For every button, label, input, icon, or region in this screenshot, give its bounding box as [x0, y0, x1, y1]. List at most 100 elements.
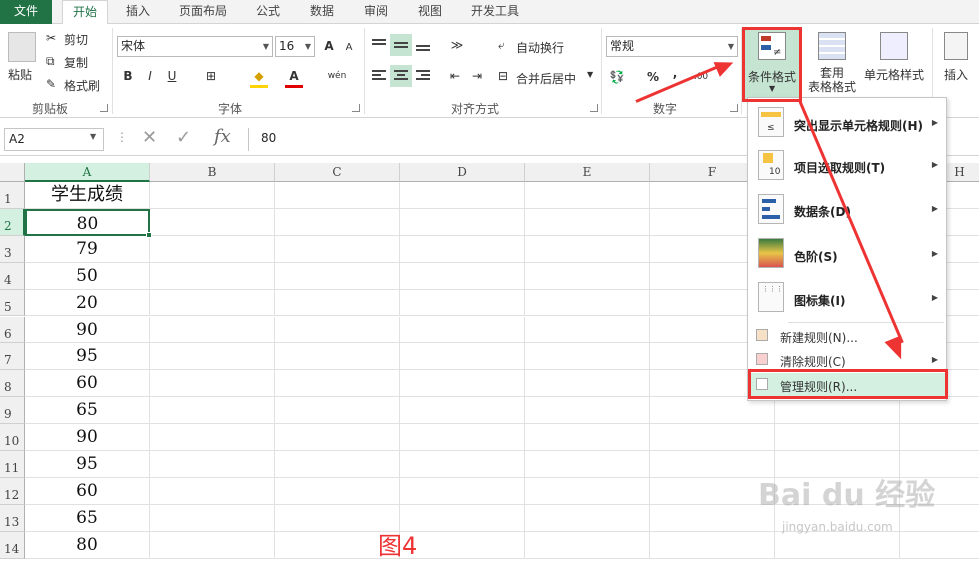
- cell[interactable]: [650, 424, 775, 451]
- score-cell[interactable]: 20: [25, 289, 150, 317]
- row-header[interactable]: 13: [0, 504, 25, 532]
- table-format-icon[interactable]: [818, 32, 846, 60]
- align-right-icon[interactable]: [412, 65, 434, 87]
- cell[interactable]: [525, 531, 650, 559]
- row-header[interactable]: 9: [0, 397, 25, 425]
- tab-insert[interactable]: 插入: [118, 0, 158, 24]
- cell-styles-button[interactable]: 单元格样式: [864, 66, 924, 83]
- fill-handle[interactable]: [146, 231, 152, 238]
- row-header[interactable]: 12: [0, 477, 25, 505]
- cell[interactable]: [525, 504, 650, 532]
- row-header[interactable]: 10: [0, 424, 25, 451]
- cell[interactable]: [900, 397, 979, 425]
- insert-function-icon[interactable]: fx: [214, 126, 231, 147]
- cut-button[interactable]: 剪切: [64, 31, 88, 48]
- italic-button[interactable]: I: [139, 65, 161, 87]
- score-cell[interactable]: 80: [25, 208, 150, 236]
- align-bottom-icon[interactable]: [412, 34, 434, 56]
- align-middle-icon[interactable]: [390, 34, 412, 56]
- menu-item-icon-sets[interactable]: ⋮⋮⋮ 图标集(I) ▶: [748, 278, 946, 318]
- row-header[interactable]: 11: [0, 451, 25, 478]
- column-header-e[interactable]: E: [525, 163, 650, 182]
- cell[interactable]: [400, 397, 525, 425]
- row-header[interactable]: 2: [0, 208, 25, 236]
- underline-button[interactable]: U: [161, 65, 183, 87]
- cell[interactable]: [275, 262, 400, 290]
- cell[interactable]: [775, 531, 900, 559]
- score-cell[interactable]: 60: [25, 477, 150, 505]
- cell[interactable]: [900, 532, 979, 559]
- cell[interactable]: [400, 343, 525, 371]
- align-top-icon[interactable]: [368, 34, 390, 56]
- score-cell[interactable]: 90: [25, 424, 150, 451]
- cell[interactable]: [150, 262, 275, 290]
- cell[interactable]: [275, 451, 400, 478]
- tab-view[interactable]: 视图: [410, 0, 450, 24]
- increase-indent-icon[interactable]: ⇥: [466, 65, 488, 87]
- cell[interactable]: [150, 316, 275, 344]
- cell[interactable]: [275, 208, 400, 236]
- cell[interactable]: [650, 451, 775, 478]
- cell[interactable]: [275, 477, 400, 505]
- cell[interactable]: [650, 504, 775, 532]
- merge-dropdown-icon[interactable]: ▼: [587, 70, 593, 79]
- cell[interactable]: [150, 424, 275, 451]
- cell[interactable]: [400, 289, 525, 317]
- row-header[interactable]: 4: [0, 262, 25, 290]
- score-cell[interactable]: 90: [25, 316, 150, 344]
- cell[interactable]: [400, 370, 525, 398]
- row-header[interactable]: 7: [0, 343, 25, 371]
- table-format-button[interactable]: 套用 表格格式: [808, 66, 856, 94]
- paste-icon[interactable]: [8, 32, 36, 62]
- number-launcher-icon[interactable]: [730, 104, 738, 112]
- column-header-d[interactable]: D: [400, 163, 525, 182]
- cell[interactable]: [400, 504, 525, 532]
- cell[interactable]: [525, 208, 650, 236]
- format-painter-icon[interactable]: ✎: [46, 77, 56, 91]
- wrap-text-button[interactable]: 自动换行: [516, 39, 564, 56]
- cell[interactable]: [275, 424, 400, 451]
- font-name-select[interactable]: 宋体 ▼: [117, 36, 273, 57]
- clipboard-launcher-icon[interactable]: [100, 104, 108, 112]
- cell[interactable]: [525, 451, 650, 478]
- cell[interactable]: [150, 531, 275, 559]
- align-left-icon[interactable]: [368, 65, 390, 87]
- row-header[interactable]: 5: [0, 289, 25, 317]
- tab-review[interactable]: 审阅: [356, 0, 396, 24]
- tab-home[interactable]: 开始: [62, 0, 108, 25]
- menu-item-color-scales[interactable]: 色阶(S) ▶: [748, 234, 946, 274]
- paste-button[interactable]: 粘贴: [8, 66, 32, 83]
- format-painter-button[interactable]: 格式刷: [64, 77, 100, 94]
- cell[interactable]: [650, 477, 775, 505]
- row-header[interactable]: 3: [0, 235, 25, 263]
- cell[interactable]: [525, 182, 650, 209]
- score-cell[interactable]: 95: [25, 451, 150, 478]
- cell[interactable]: [650, 397, 775, 425]
- score-cell[interactable]: 79: [25, 235, 150, 263]
- insert-cells-button[interactable]: 插入: [944, 66, 968, 83]
- cell[interactable]: [525, 262, 650, 290]
- cell[interactable]: [275, 370, 400, 398]
- cell[interactable]: [150, 289, 275, 317]
- fill-color-icon[interactable]: ◆: [248, 65, 270, 87]
- row-header[interactable]: 1: [0, 182, 25, 209]
- cell[interactable]: [150, 451, 275, 478]
- cell-styles-icon[interactable]: [880, 32, 908, 60]
- orientation-icon[interactable]: ≫: [446, 34, 468, 56]
- score-cell[interactable]: 80: [25, 531, 150, 559]
- cell[interactable]: [150, 182, 275, 209]
- tab-file[interactable]: 文件: [0, 0, 52, 24]
- cell[interactable]: [775, 424, 900, 451]
- column-header-b[interactable]: B: [150, 163, 275, 182]
- score-cell[interactable]: 65: [25, 397, 150, 425]
- merge-center-icon[interactable]: ⊟: [498, 69, 508, 83]
- enter-icon[interactable]: ✓: [176, 127, 191, 148]
- bold-button[interactable]: B: [117, 65, 139, 87]
- cell[interactable]: [400, 477, 525, 505]
- row-header[interactable]: 6: [0, 316, 25, 344]
- cell[interactable]: [525, 343, 650, 371]
- cancel-icon[interactable]: ✕: [142, 127, 157, 148]
- cell[interactable]: [900, 424, 979, 451]
- score-cell[interactable]: 50: [25, 262, 150, 290]
- cell[interactable]: [400, 262, 525, 290]
